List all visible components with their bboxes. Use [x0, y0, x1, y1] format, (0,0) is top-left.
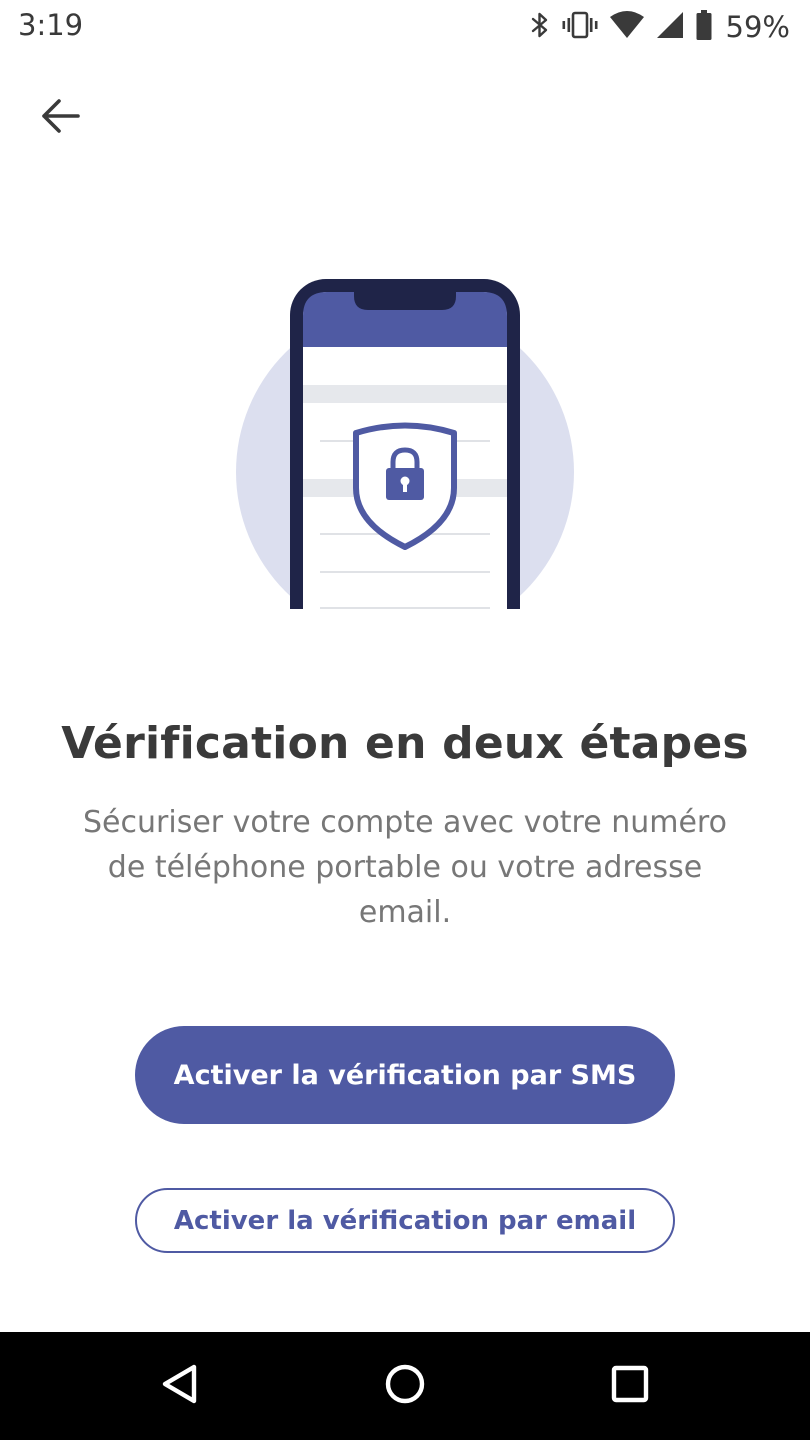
nav-recents-icon	[611, 1365, 649, 1408]
nav-recents-button[interactable]	[594, 1350, 666, 1422]
nav-home-icon	[384, 1363, 426, 1410]
status-icons: 59%	[530, 8, 790, 46]
page-title: Vérification en deux étapes	[61, 718, 749, 769]
cell-signal-icon	[656, 11, 684, 44]
activate-email-button[interactable]: Activer la vérification par email	[135, 1188, 675, 1253]
bluetooth-icon	[530, 10, 550, 45]
status-bar: 3:19 59%	[0, 0, 810, 54]
status-time: 3:19	[18, 8, 84, 42]
arrow-left-icon	[40, 98, 80, 139]
battery-icon	[696, 9, 712, 45]
nav-back-button[interactable]	[144, 1350, 216, 1422]
system-nav-bar	[0, 1332, 810, 1440]
nav-home-button[interactable]	[369, 1350, 441, 1422]
battery-percent: 59%	[725, 10, 790, 44]
wifi-icon	[609, 10, 644, 44]
back-button[interactable]	[26, 84, 94, 152]
vibrate-icon	[562, 10, 598, 45]
nav-back-icon	[160, 1363, 200, 1410]
phone-shield-illustration	[230, 270, 580, 620]
activate-sms-button[interactable]: Activer la vérification par SMS	[135, 1026, 675, 1124]
page-description: Sécuriser votre compte avec votre numéro…	[83, 805, 727, 930]
